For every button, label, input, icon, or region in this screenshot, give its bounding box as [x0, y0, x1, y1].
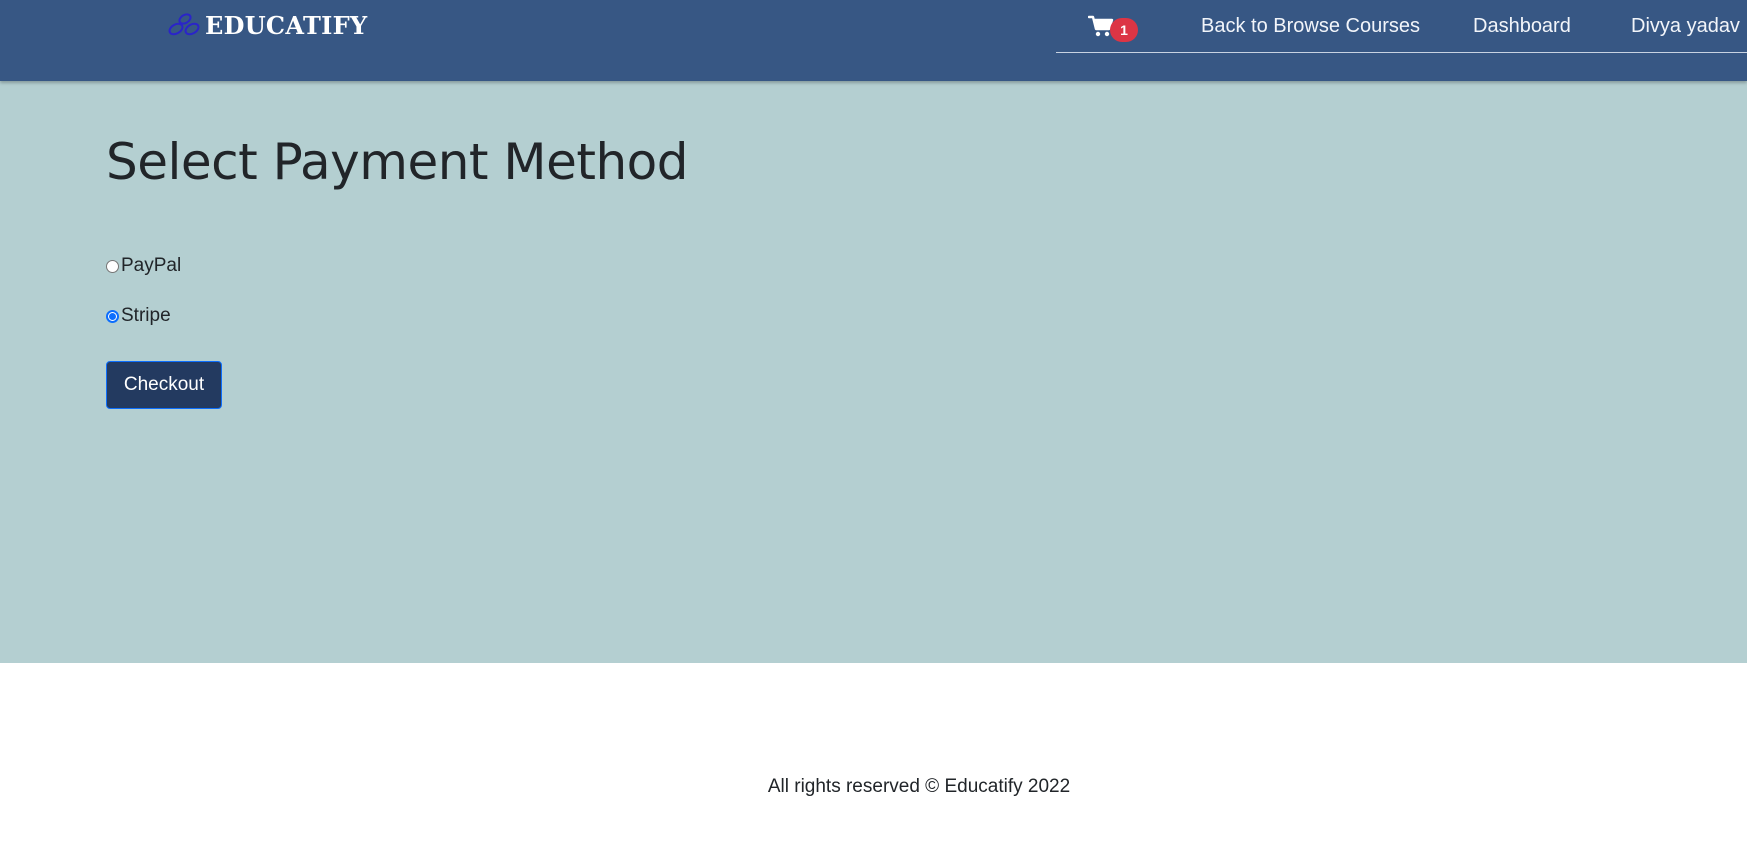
- footer-copyright: All rights reserved © Educatify 2022: [767, 776, 1071, 797]
- page-title: Select Payment Method: [106, 133, 688, 191]
- nav-menu: 1 Back to Browse Courses Dashboard Divya…: [1056, 0, 1747, 53]
- payment-section: Select Payment Method PayPal Stripe Chec…: [0, 81, 1747, 663]
- cart-count-badge: 1: [1110, 18, 1138, 42]
- paypal-label: PayPal: [121, 255, 182, 276]
- payment-option-stripe[interactable]: Stripe: [106, 305, 171, 327]
- payment-option-paypal[interactable]: PayPal: [106, 255, 181, 277]
- stripe-label: Stripe: [121, 305, 171, 326]
- footer: All rights reserved © Educatify 2022: [0, 663, 1747, 843]
- triple-ring-logo-icon: [168, 13, 200, 36]
- paypal-radio[interactable]: [106, 259, 119, 273]
- nav-back-to-browse-courses[interactable]: Back to Browse Courses: [1201, 15, 1420, 38]
- cart-button[interactable]: 1: [1088, 14, 1148, 44]
- stripe-radio[interactable]: [106, 309, 119, 323]
- nav-user-profile[interactable]: Divya yadav: [1631, 15, 1740, 38]
- brand-name: EDUCATIFY: [205, 10, 368, 40]
- nav-dashboard[interactable]: Dashboard: [1473, 15, 1571, 38]
- top-navbar: EDUCATIFY 1 Back to Browse Courses Dashb…: [0, 0, 1747, 81]
- checkout-button[interactable]: Checkout: [106, 361, 222, 409]
- brand[interactable]: EDUCATIFY: [165, 10, 367, 40]
